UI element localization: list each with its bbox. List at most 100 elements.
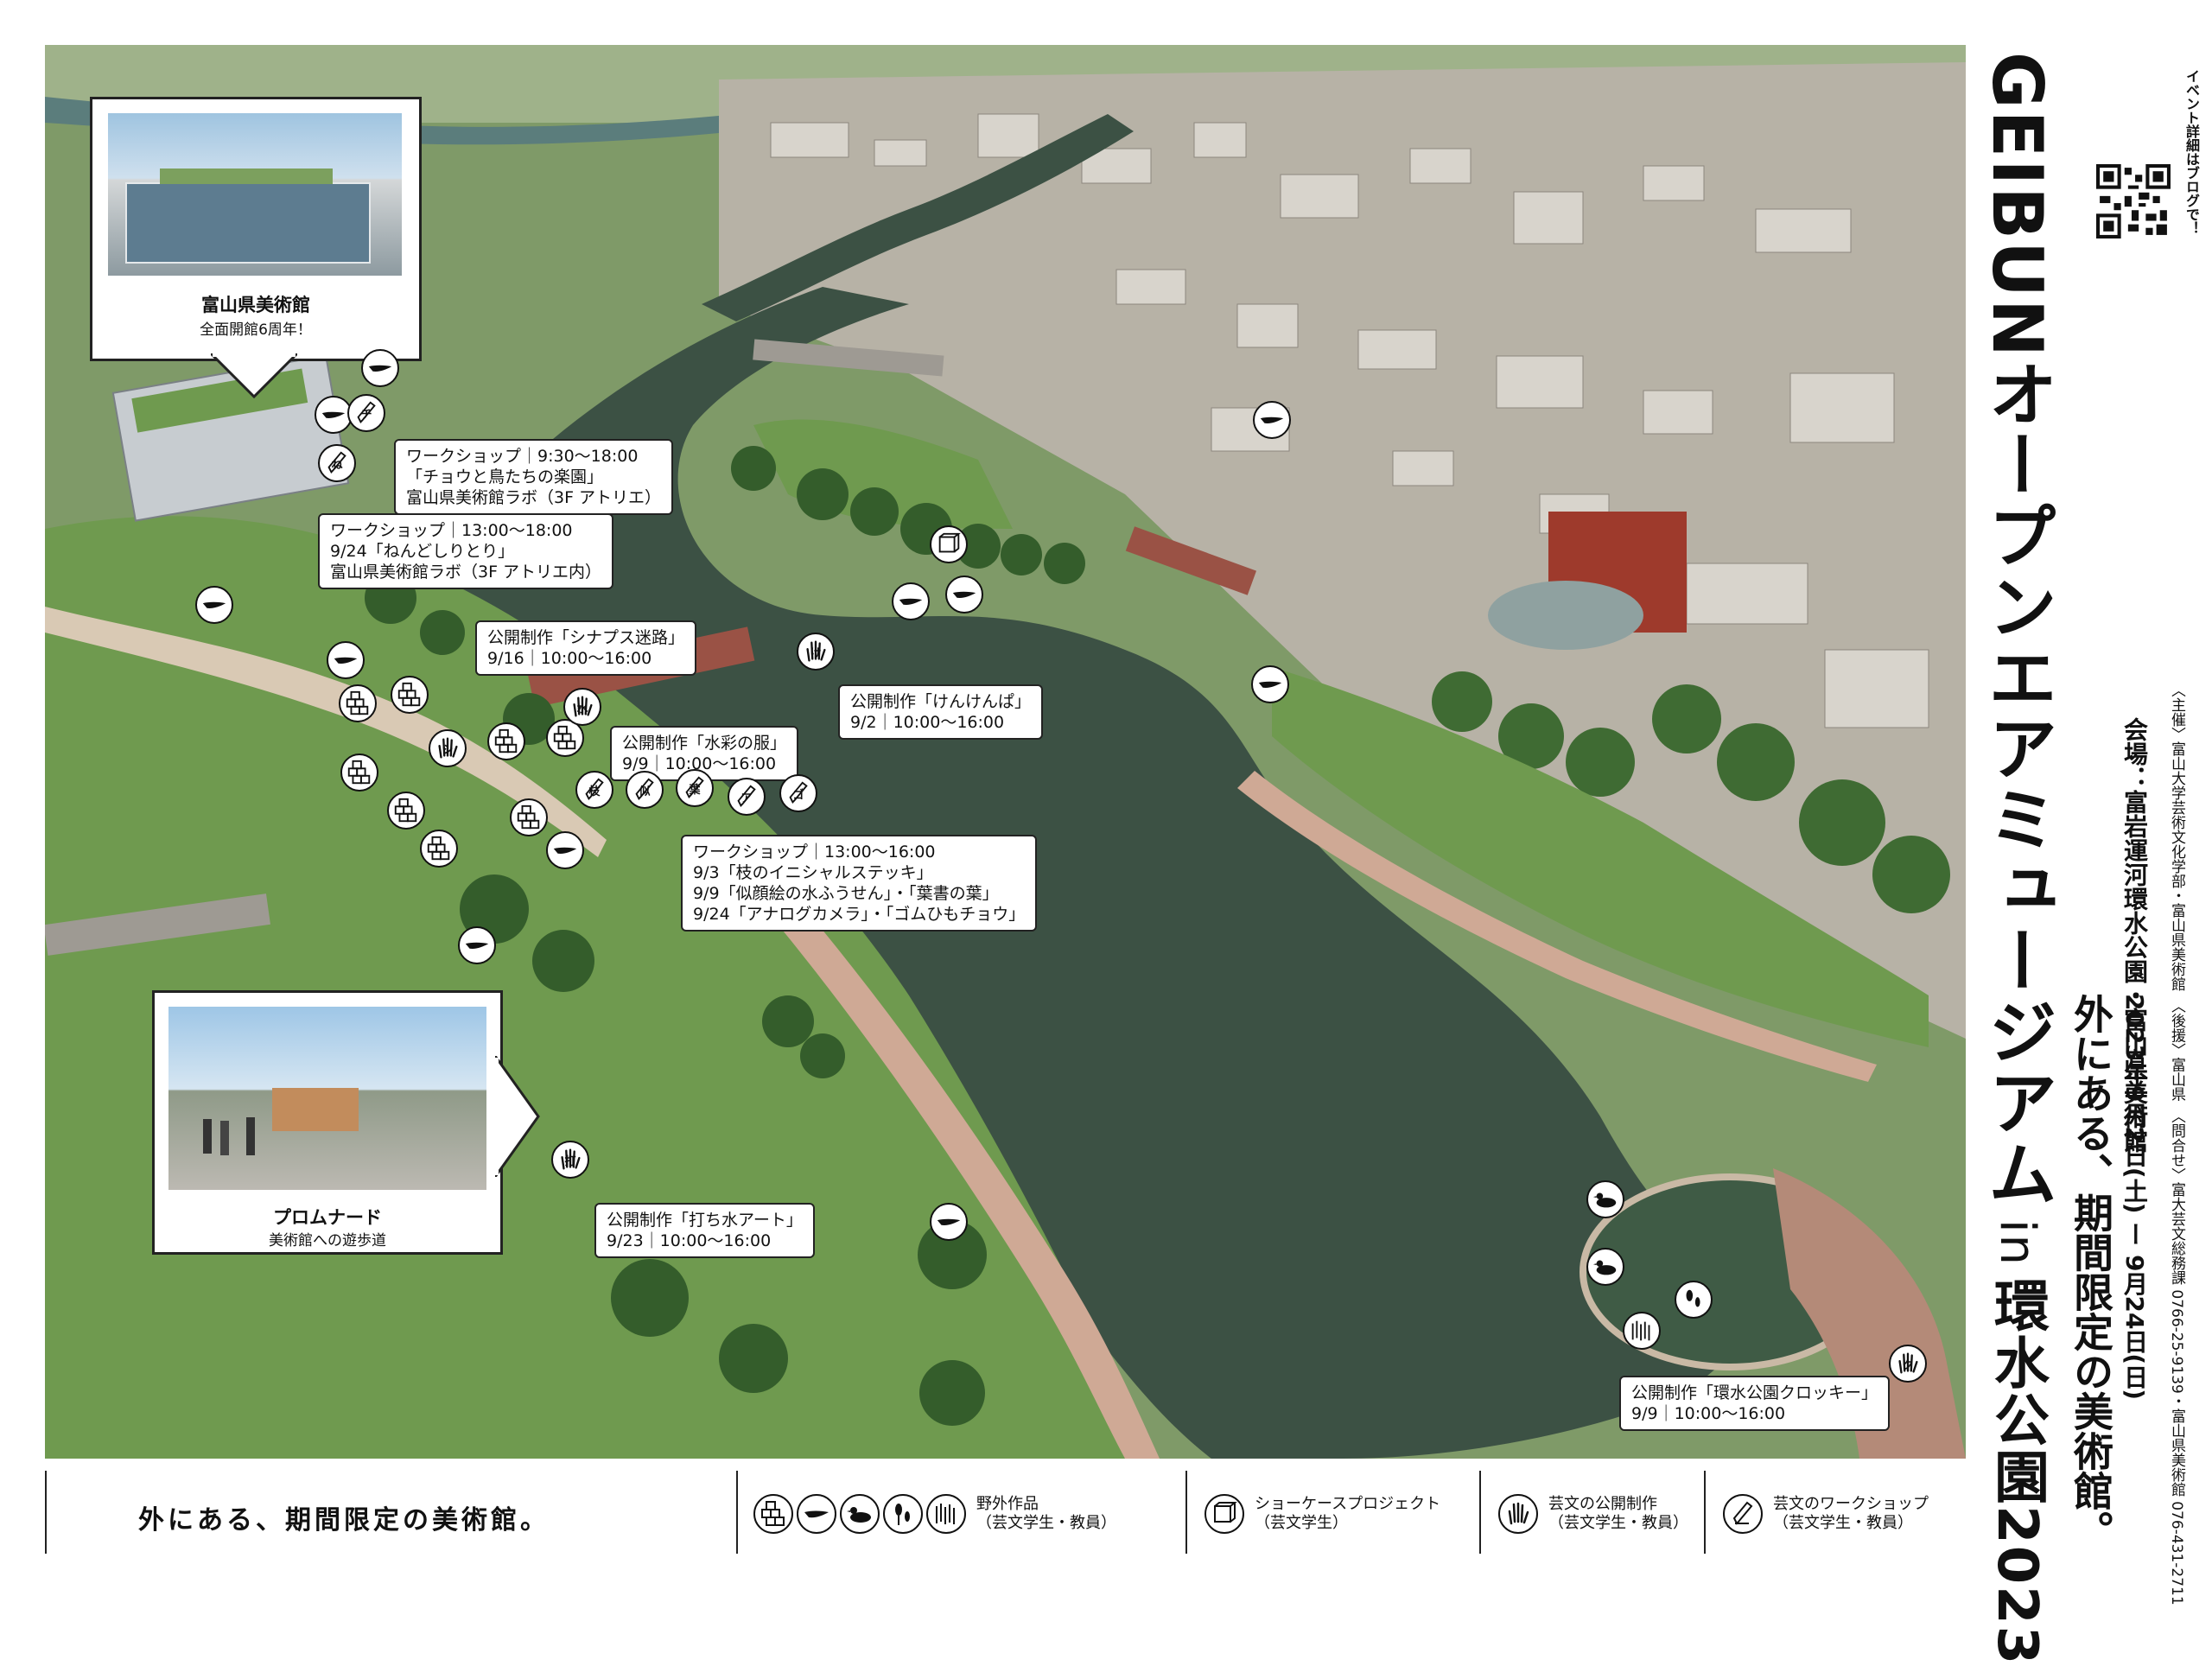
bird-marker — [195, 586, 233, 624]
legend-showcase-label: ショーケースプロジェクト （芸文学生） — [1255, 1495, 1441, 1532]
pencil-marker: ゴ — [779, 774, 817, 812]
blocks-marker — [339, 684, 377, 722]
marker-label: ア — [741, 792, 753, 805]
bird-icon — [334, 657, 358, 664]
legend-outdoor-label: 野外作品 （芸文学生・教員） — [976, 1495, 1116, 1532]
event-host-info: 〈主催〉富山大学芸術文化学部・富山県美術館 〈後援〉富山県 〈問合せ〉富大芸文総… — [2168, 683, 2185, 1606]
legend-outdoor: 野外作品 （芸文学生・教員） — [753, 1479, 1116, 1548]
museum-inset-pointer — [211, 353, 297, 399]
duck-icon — [1592, 1192, 1617, 1208]
qr-caption: イベント詳細はブログで！ — [2183, 69, 2200, 235]
marker-label: 葉 — [689, 783, 701, 797]
museum-inset: 富山県美術館 全面開館6周年！ — [90, 97, 422, 361]
promenade-inset: プロムナード 美術館への遊歩道 — [152, 990, 503, 1255]
blocks-icon — [553, 725, 576, 750]
callout-public-croquis: 公開制作「環水公園クロッキー」 9/9｜10:00〜16:00 — [1619, 1376, 1891, 1431]
museum-subcaption: 全面開館6周年！ — [200, 321, 312, 339]
footer-tagline: 外にある、期間限定の美術館。 — [138, 1505, 550, 1536]
marker-label: 似 — [639, 785, 651, 798]
blocks-marker — [340, 754, 378, 792]
blocks-icon — [397, 682, 421, 707]
legend-separator — [1479, 1471, 1481, 1554]
blocks-icon — [494, 728, 518, 754]
figures-icon — [926, 1494, 966, 1534]
legend-workshop: 芸文のワークショップ （芸文学生・教員） — [1723, 1479, 1929, 1548]
title-place-year: 環水公園2023 — [1985, 1277, 2049, 1666]
callout-public-kenkenpa: 公開制作「けんけんぱ」 9/2｜10:00〜16:00 — [838, 684, 1044, 740]
pencil-icon — [1723, 1494, 1763, 1534]
bird-marker — [930, 1203, 968, 1241]
title-brand: GEIBUN — [1977, 52, 2057, 359]
blocks-marker — [510, 798, 548, 836]
bird-icon — [1260, 416, 1284, 423]
promenade-photo — [168, 1007, 486, 1190]
callout-public-synapse: 公開制作「シナプス迷路」 9/16｜10:00〜16:00 — [475, 620, 697, 676]
pencil-marker: 似 — [626, 771, 664, 809]
tagline: 外にある、期間限定の美術館。 — [2068, 994, 2114, 1550]
hand-marker: 水 — [563, 688, 601, 726]
blocks-icon — [427, 836, 450, 861]
duck-icon — [840, 1494, 880, 1534]
bird-icon — [1258, 681, 1282, 688]
bird-icon — [899, 598, 923, 605]
bird-marker — [892, 582, 930, 620]
legend-separator — [1704, 1471, 1706, 1554]
bird-marker — [361, 349, 399, 387]
blocks-marker — [487, 722, 525, 760]
callout-workshop-sticks: ワークショップ｜13:00〜16:00 9/3「枝のイニシャルステッキ」 9/9「似… — [681, 835, 1038, 932]
blocks-marker — [391, 676, 429, 714]
callout-workshop-clay: ワークショップ｜13:00〜18:00 9/24「ねんどしりとり」 富山県美術館ラボ… — [318, 513, 614, 589]
bird-icon — [202, 601, 226, 608]
hand-marker: 打 — [551, 1141, 589, 1179]
legend-public-label: 芸文の公開制作 （芸文学生・教員） — [1548, 1495, 1688, 1532]
duck-marker — [1586, 1180, 1624, 1218]
museum-caption: 富山県美術館 — [201, 295, 310, 315]
legend-showcase: ショーケースプロジェクト （芸文学生） — [1205, 1479, 1440, 1548]
figures-marker — [1623, 1312, 1661, 1350]
bird-icon — [553, 847, 577, 854]
drops-icon — [1686, 1289, 1700, 1307]
pencil-marker: ア — [728, 778, 766, 816]
title-main: オープンエアミュージアム — [1977, 358, 2057, 1209]
bird-marker — [1251, 665, 1289, 703]
showcase-icon — [1205, 1494, 1244, 1534]
promenade-caption: プロムナード — [273, 1207, 382, 1228]
legend-public: 芸文の公開制作 （芸文学生・教員） — [1498, 1479, 1688, 1548]
bird-icon — [937, 1218, 961, 1225]
bird-icon — [952, 591, 976, 598]
legend-separator — [736, 1471, 738, 1554]
figures-icon — [1631, 1320, 1650, 1341]
title-column: GEIBUNオープンエアミュージアム in 環水公園2023 外にある、期間限定の美… — [1966, 0, 2212, 1666]
hand-icon — [1498, 1494, 1538, 1534]
duck-marker — [1586, 1248, 1624, 1286]
bird-icon — [321, 411, 346, 418]
pencil-marker: 枝 — [575, 771, 613, 809]
bird-marker — [546, 831, 584, 869]
event-title: GEIBUNオープンエアミュージアム in 環水公園2023 — [1977, 52, 2057, 1666]
museum-photo — [108, 113, 402, 276]
bird-icon — [797, 1494, 836, 1534]
marker-label: ク — [1902, 1358, 1914, 1372]
qr-code[interactable] — [2096, 164, 2171, 238]
blocks-icon — [394, 798, 417, 823]
callout-public-uchimizu: 公開制作「打ち水アート」 9/23｜10:00〜16:00 — [594, 1203, 815, 1258]
hand-marker: け — [797, 633, 835, 671]
blocks-marker — [387, 792, 425, 830]
promenade-subcaption: 美術館への遊歩道 — [269, 1232, 386, 1250]
drops-marker — [1675, 1281, 1713, 1319]
marker-label: 水 — [576, 702, 588, 715]
showcase-marker — [930, 525, 968, 563]
footer-left-rule — [45, 1471, 47, 1554]
blocks-icon — [346, 690, 369, 715]
blocks-icon — [753, 1494, 793, 1534]
bird-marker — [458, 926, 496, 964]
title-in: in — [1989, 1218, 2045, 1268]
bird-marker — [1253, 401, 1291, 439]
hand-marker: シ — [429, 729, 467, 767]
promenade-inset-pointer — [495, 1056, 540, 1177]
marker-label: チ — [360, 408, 372, 422]
bird-icon — [368, 365, 392, 372]
pencil-marker: ね — [318, 444, 356, 482]
hand-marker: ク — [1889, 1345, 1927, 1383]
marker-label: け — [810, 646, 822, 660]
